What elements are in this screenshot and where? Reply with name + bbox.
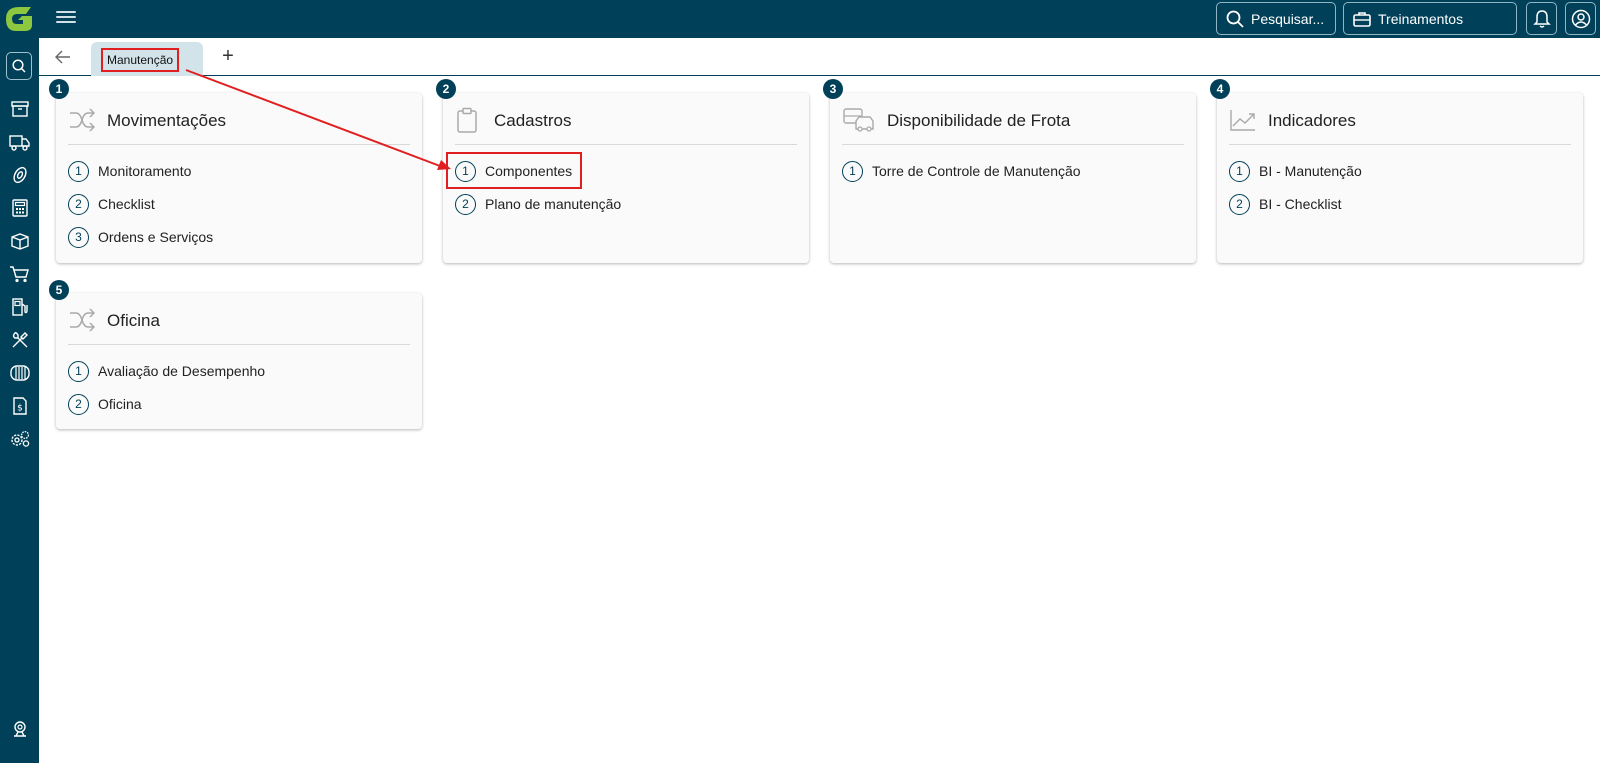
card-title: Oficina xyxy=(107,311,160,330)
tire-icon[interactable] xyxy=(0,160,39,190)
bell-icon xyxy=(1532,9,1551,28)
tab-bar: Manutenção + xyxy=(39,38,1600,76)
card-badge: 2 xyxy=(436,79,456,99)
fleet-icon xyxy=(842,107,878,133)
item-number: 1 xyxy=(1229,160,1250,182)
item-label: Monitoramento xyxy=(98,163,192,179)
archive-icon[interactable] xyxy=(0,94,39,124)
item-label: Torre de Controle de Manutenção xyxy=(872,163,1081,179)
item-number: 2 xyxy=(455,193,476,215)
item-number: 1 xyxy=(842,160,863,182)
card-oficina: Oficina 1 Avaliação de Desempenho 2 Oficin… xyxy=(56,293,422,429)
search-button-label: Pesquisar... xyxy=(1251,10,1325,27)
cart-icon[interactable] xyxy=(0,259,39,289)
tab-manutencao[interactable]: Manutenção xyxy=(91,42,203,76)
tab-label: Manutenção xyxy=(101,48,180,72)
support-icon[interactable] xyxy=(0,714,39,744)
box-icon[interactable] xyxy=(0,226,39,256)
item-number: 2 xyxy=(68,393,89,415)
card-badge: 3 xyxy=(823,79,843,99)
svg-text:$: $ xyxy=(17,404,23,414)
user-circle-icon xyxy=(1571,9,1590,28)
card-title: Cadastros xyxy=(494,111,572,130)
chart-trend-icon xyxy=(1229,107,1259,133)
menu-item-ordens-servicos[interactable]: 3 Ordens e Serviços xyxy=(68,225,213,249)
menu-item-bi-manutencao[interactable]: 1 BI - Manutenção xyxy=(1229,159,1362,183)
menu-item-monitoramento[interactable]: 1 Monitoramento xyxy=(68,159,191,183)
sidebar-search-button[interactable] xyxy=(6,52,32,80)
menu-item-torre-controle[interactable]: 1 Torre de Controle de Manutenção xyxy=(842,159,1081,183)
clipboard-icon xyxy=(455,107,485,133)
shuffle-icon xyxy=(68,107,98,133)
highlight-box xyxy=(446,152,582,189)
sidebar: $ xyxy=(0,38,39,763)
tread-icon[interactable] xyxy=(0,358,39,388)
item-label: Plano de manutenção xyxy=(485,196,622,212)
card-header: Indicadores xyxy=(1229,107,1571,145)
card-badge: 4 xyxy=(1210,79,1230,99)
card-indicadores: Indicadores 1 BI - Manutenção 2 BI - Check… xyxy=(1217,93,1583,263)
notifications-button[interactable] xyxy=(1526,2,1557,35)
menu-item-oficina[interactable]: 2 Oficina xyxy=(68,392,142,416)
app-logo[interactable] xyxy=(4,5,34,33)
card-title: Disponibilidade de Frota xyxy=(887,111,1071,130)
briefcase-icon xyxy=(1353,11,1371,27)
shuffle-icon xyxy=(68,307,98,333)
item-number: 3 xyxy=(68,226,89,248)
menu-item-checklist[interactable]: 2 Checklist xyxy=(68,192,155,216)
item-label: BI - Checklist xyxy=(1259,196,1342,212)
search-icon xyxy=(1226,10,1244,28)
item-number: 2 xyxy=(68,193,89,215)
search-button[interactable]: Pesquisar... xyxy=(1216,2,1336,35)
card-movimentacoes: Movimentações 1 Monitoramento 2 Checklist … xyxy=(56,93,422,263)
top-bar: Pesquisar... Treinamentos xyxy=(0,0,1600,38)
card-title: Indicadores xyxy=(1268,111,1356,130)
card-header: Movimentações xyxy=(68,107,410,145)
menu-item-avaliacao-desempenho[interactable]: 1 Avaliação de Desempenho xyxy=(68,359,265,383)
item-label: Checklist xyxy=(98,196,155,212)
item-label: BI - Manutenção xyxy=(1259,163,1362,179)
card-title: Movimentações xyxy=(107,111,227,130)
menu-item-bi-checklist[interactable]: 2 BI - Checklist xyxy=(1229,192,1341,216)
card-header: Oficina xyxy=(68,307,410,345)
invoice-icon[interactable]: $ xyxy=(0,391,39,421)
card-header: Cadastros xyxy=(455,107,797,145)
menu-icon[interactable] xyxy=(56,8,76,28)
card-header: Disponibilidade de Frota xyxy=(842,107,1184,145)
item-label: Oficina xyxy=(98,396,142,412)
tools-icon[interactable] xyxy=(0,325,39,355)
search-icon xyxy=(12,59,26,73)
settings-icon[interactable] xyxy=(0,424,39,454)
truck-icon[interactable] xyxy=(0,127,39,157)
training-button[interactable]: Treinamentos xyxy=(1343,2,1517,35)
item-number: 1 xyxy=(68,160,89,182)
item-number: 1 xyxy=(68,360,89,382)
item-label: Ordens e Serviços xyxy=(98,229,214,245)
add-tab-button[interactable]: + xyxy=(217,45,239,67)
menu-item-plano-manutencao[interactable]: 2 Plano de manutenção xyxy=(455,192,621,216)
fuel-icon[interactable] xyxy=(0,292,39,322)
item-number: 2 xyxy=(1229,193,1250,215)
calculator-icon[interactable] xyxy=(0,193,39,223)
back-arrow-icon[interactable] xyxy=(53,47,73,67)
card-badge: 5 xyxy=(49,280,69,300)
card-disponibilidade-frota: Disponibilidade de Frota 1 Torre de Contr… xyxy=(830,93,1196,263)
card-badge: 1 xyxy=(49,79,69,99)
training-button-label: Treinamentos xyxy=(1378,10,1464,27)
item-label: Avaliação de Desempenho xyxy=(98,363,266,379)
user-menu-button[interactable] xyxy=(1565,2,1596,35)
